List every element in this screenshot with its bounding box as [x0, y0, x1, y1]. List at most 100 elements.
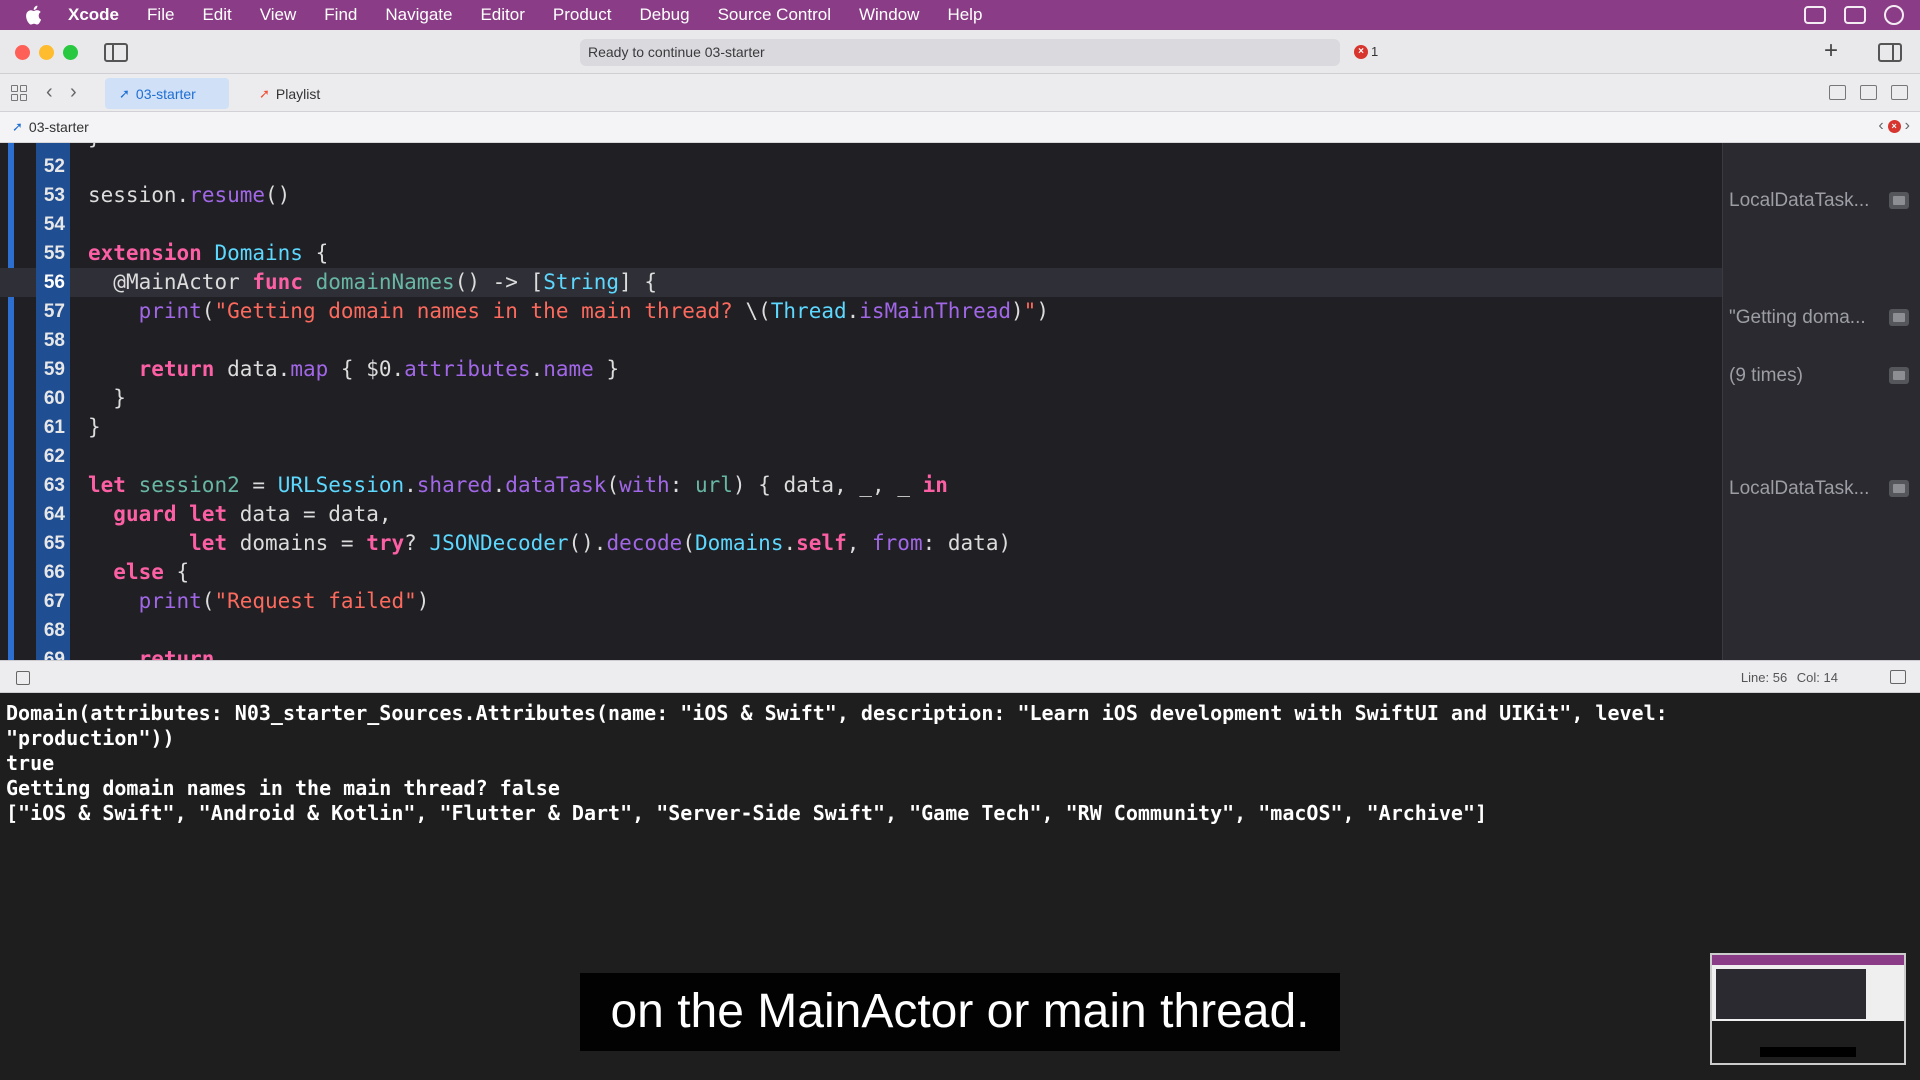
code-line[interactable]: 54 [0, 210, 1722, 239]
quick-look-icon[interactable] [1889, 309, 1909, 326]
line-number[interactable]: 57 [41, 297, 65, 326]
line-number[interactable]: 56 [41, 268, 65, 297]
result-line-57[interactable]: "Getting doma... [1729, 303, 1915, 332]
line-number[interactable]: 63 [41, 471, 65, 500]
code-line[interactable]: 61} [0, 413, 1722, 442]
result-text: LocalDataTask... [1729, 478, 1870, 499]
line-number[interactable]: 55 [41, 239, 65, 268]
code-line[interactable]: 55 extension Domains { [0, 239, 1722, 268]
control-center-icon[interactable] [1844, 6, 1866, 24]
line-number[interactable]: 60 [41, 384, 65, 413]
zoom-window-button[interactable] [63, 45, 78, 60]
menu-window[interactable]: Window [845, 5, 933, 25]
line-number[interactable]: 67 [41, 587, 65, 616]
code-line[interactable]: 68 [0, 616, 1722, 645]
console-line: Getting domain names in the main thread?… [6, 776, 560, 800]
menu-edit[interactable]: Edit [188, 5, 245, 25]
code-line[interactable]: 53 session.resume() [0, 181, 1722, 210]
thumbnail-editor [1716, 969, 1866, 1019]
refresh-icon[interactable] [1829, 85, 1846, 100]
clock-icon[interactable] [1884, 5, 1904, 25]
code-line[interactable]: 56 @MainActor func domainNames() -> [Str… [0, 268, 1722, 297]
menu-editor[interactable]: Editor [466, 5, 538, 25]
menu-product[interactable]: Product [539, 5, 626, 25]
menu-view[interactable]: View [246, 5, 311, 25]
screen-record-icon[interactable] [1804, 6, 1826, 24]
add-library-button[interactable]: + [1824, 37, 1838, 65]
swift-icon: ➚ [12, 119, 23, 134]
line-number[interactable]: 64 [41, 500, 65, 529]
code-text: } [88, 386, 126, 410]
quick-look-icon[interactable] [1889, 367, 1909, 384]
menu-xcode[interactable]: Xcode [58, 5, 133, 25]
line-number[interactable]: 54 [41, 210, 65, 239]
line-number[interactable]: 66 [41, 558, 65, 587]
line-number[interactable]: 62 [41, 442, 65, 471]
code-line[interactable]: 60 } [0, 384, 1722, 413]
next-issue-icon[interactable]: › [1905, 117, 1910, 135]
menu-debug[interactable]: Debug [625, 5, 703, 25]
editor-options-icon[interactable] [1860, 85, 1877, 100]
hide-debug-area-icon[interactable] [16, 671, 30, 685]
result-text: LocalDataTask... [1729, 190, 1870, 211]
code-line[interactable]: 67 print("Request failed") [0, 587, 1722, 616]
code-line[interactable]: 62 [0, 442, 1722, 471]
code-line[interactable]: 57 print("Getting domain names in the ma… [0, 297, 1722, 326]
code-line[interactable]: 65 let domains = try? JSONDecoder().deco… [0, 529, 1722, 558]
menu-find[interactable]: Find [310, 5, 371, 25]
code-text: return data.map { $0.attributes.name } [138, 357, 620, 381]
breadcrumb[interactable]: ➚ 03-starter [12, 119, 89, 135]
result-line-53[interactable]: LocalDataTask... [1729, 186, 1915, 215]
code-line[interactable]: 69 return [0, 645, 1722, 660]
tab-playlist[interactable]: ➚ Playlist [245, 78, 355, 109]
result-text: "Getting doma... [1729, 307, 1866, 328]
quick-look-icon[interactable] [1889, 480, 1909, 497]
code-line[interactable]: 59 return data.map { $0.attributes.name … [0, 355, 1722, 384]
navigator-toggle-icon[interactable] [104, 43, 128, 62]
code-line[interactable]: 58 [0, 326, 1722, 355]
error-count-badge[interactable]: × 1 [1354, 44, 1378, 59]
source-editor[interactable]: 51}5253session.resume()5455extension Dom… [0, 143, 1722, 660]
line-number[interactable]: 65 [41, 529, 65, 558]
result-line-59[interactable]: (9 times) [1729, 361, 1915, 390]
result-line-63[interactable]: LocalDataTask... [1729, 474, 1915, 503]
line-number[interactable]: 61 [41, 413, 65, 442]
minimize-window-button[interactable] [39, 45, 54, 60]
code-text: extension Domains { [88, 241, 329, 265]
quick-look-icon[interactable] [1889, 192, 1909, 209]
menu-help[interactable]: Help [933, 5, 996, 25]
code-text: else { [113, 560, 190, 584]
inspector-toggle-icon[interactable] [1878, 43, 1902, 62]
menu-navigate[interactable]: Navigate [371, 5, 466, 25]
code-line[interactable]: 63 let session2 = URLSession.shared.dataT… [0, 471, 1722, 500]
debug-bar: Line: 56 Col: 14 [0, 660, 1920, 693]
forward-icon[interactable]: › [70, 81, 77, 104]
tab-label: 03-starter [135, 85, 196, 102]
line-number[interactable]: 59 [41, 355, 65, 384]
menu-source-control[interactable]: Source Control [704, 5, 845, 25]
menu-file[interactable]: File [133, 5, 188, 25]
code-line[interactable]: 51} [0, 143, 1722, 152]
line-number[interactable]: 58 [41, 326, 65, 355]
split-editor-icon[interactable] [1891, 85, 1908, 100]
code-line[interactable]: 66 else { [0, 558, 1722, 587]
code-line[interactable]: 52 [0, 152, 1722, 181]
tab-03-starter[interactable]: ➚ 03-starter [105, 78, 229, 109]
line-number[interactable]: 52 [41, 152, 65, 181]
console-toggle-icon[interactable] [1890, 670, 1906, 684]
issue-error-icon[interactable]: × [1887, 119, 1901, 133]
line-number[interactable]: 53 [41, 181, 65, 210]
cursor-position: Line: 56 Col: 14 [1735, 670, 1838, 685]
line-number[interactable]: 68 [41, 616, 65, 645]
line-number[interactable]: 69 [41, 645, 65, 660]
apple-menu-icon[interactable] [20, 0, 46, 30]
code-text: } [88, 143, 101, 152]
code-line[interactable]: 64 guard let data = data, [0, 500, 1722, 529]
line-number[interactable]: 51 [41, 143, 65, 152]
back-icon[interactable]: ‹ [46, 81, 53, 104]
console-line: Domain(attributes: N03_starter_Sources.A… [6, 701, 1668, 725]
close-window-button[interactable] [15, 45, 30, 60]
previous-issue-icon[interactable]: ‹ [1878, 117, 1883, 135]
related-items-icon[interactable] [11, 85, 27, 101]
error-icon: × [1354, 44, 1368, 59]
